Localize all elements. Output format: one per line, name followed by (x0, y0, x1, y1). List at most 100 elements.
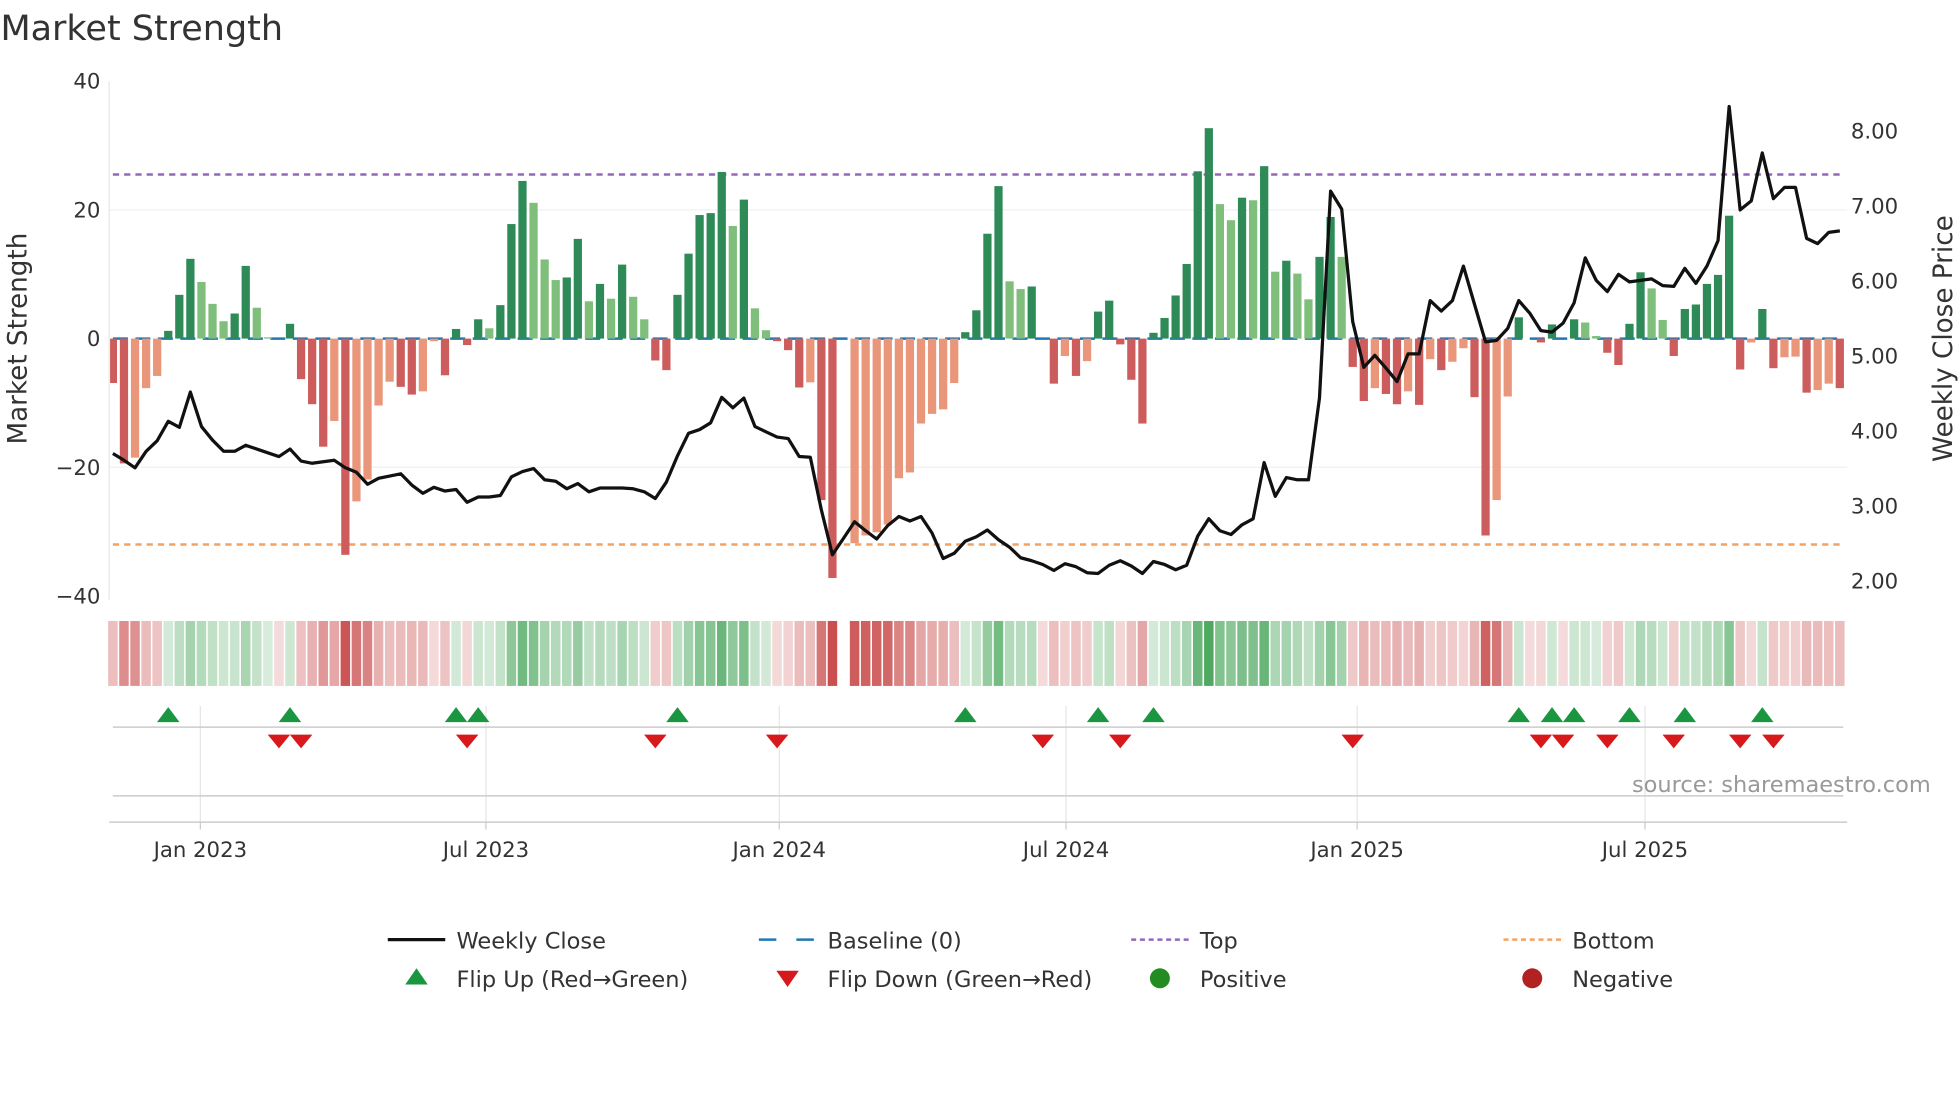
chart-title: Market Strength (0, 9, 283, 49)
flip-up-marker (1540, 707, 1564, 723)
strip-cell (1469, 620, 1480, 686)
strip-cell (993, 620, 1004, 686)
strength-bar (1348, 338, 1357, 367)
strip-cell (1447, 620, 1458, 686)
strength-bar (1736, 338, 1745, 370)
x-tick-label: Jan 2023 (152, 838, 248, 863)
strip-cell (1491, 620, 1502, 686)
flip-up-marker (278, 707, 302, 723)
strength-bar (186, 258, 195, 339)
strength-bar (1459, 338, 1468, 349)
legend-positive-icon (1149, 968, 1170, 989)
strip-cell (1015, 620, 1026, 686)
strength-bar (662, 338, 671, 371)
strip-cell (927, 620, 937, 686)
strip-cell (1148, 620, 1159, 686)
strip-cell (1381, 620, 1391, 686)
strength-bar (961, 332, 970, 339)
strip-cell (1026, 620, 1037, 686)
strength-bar (883, 338, 892, 525)
strength-bar (562, 277, 571, 339)
strength-bar (341, 338, 350, 555)
strip-cell (883, 620, 893, 686)
legend: Weekly Close Baseline (0) Top Bottom Flip Up… (387, 928, 1673, 993)
strength-bar (640, 319, 649, 339)
strip-cell (329, 620, 340, 686)
strip-cell (1646, 620, 1657, 686)
strength-bar (1658, 319, 1667, 339)
strip-cell (894, 620, 904, 686)
strip-cell (1790, 620, 1801, 686)
strength-bar (1016, 289, 1025, 339)
strip-cell (1691, 620, 1701, 686)
strip-cell (362, 620, 373, 686)
strip-cell (628, 620, 638, 686)
strength-bar (1514, 317, 1523, 339)
strength-bar (1592, 336, 1601, 339)
strength-bar (1005, 281, 1014, 339)
flip-down-marker (644, 734, 667, 749)
strip-cell (1757, 620, 1768, 686)
strip-cell (1669, 620, 1679, 686)
strip-cell (716, 620, 727, 686)
strip-cell (252, 620, 262, 686)
strength-bar (972, 310, 981, 339)
strength-bar (197, 281, 206, 339)
strip-cell (1436, 620, 1447, 686)
legend-flip-down-icon (776, 970, 799, 988)
strength-bar (396, 338, 405, 387)
strip-cell (772, 620, 782, 686)
strip-cell (694, 620, 705, 686)
flip-down-marker (1762, 734, 1785, 749)
strip-cell (1525, 620, 1535, 686)
strip-cell (1281, 620, 1292, 686)
strength-bar (1680, 308, 1689, 339)
strip-cell (1303, 620, 1314, 686)
strip-cell (1823, 620, 1834, 686)
strength-bar (1071, 338, 1081, 376)
flip-up-marker (1507, 707, 1531, 723)
strip-cell (1060, 620, 1070, 686)
flip-down-marker (1662, 734, 1686, 749)
strip-cell (1591, 620, 1602, 686)
strength-bar (673, 294, 682, 339)
strength-bar (1215, 204, 1225, 339)
strength-bar (241, 265, 250, 339)
flip-up-marker (1673, 707, 1697, 723)
strip-cell (1392, 620, 1402, 686)
strip-cell (263, 620, 273, 686)
strength-bar (894, 338, 903, 479)
legend-item: Weekly Close (387, 928, 606, 954)
strip-cell (860, 620, 871, 686)
strip-cell (1159, 620, 1170, 686)
strip-cell (1115, 620, 1126, 686)
flip-down-marker (1109, 734, 1132, 749)
strip-cell (739, 620, 749, 686)
strength-bar (1570, 319, 1579, 339)
strength-bar (1193, 171, 1202, 339)
strip-cell (1613, 620, 1624, 686)
y-tick-label: 0 (87, 327, 101, 352)
strip-cell (971, 620, 982, 686)
strength-bar (1492, 338, 1501, 501)
strength-bar (1337, 256, 1346, 339)
strip-cell (1104, 620, 1114, 686)
strip-cell (1336, 620, 1347, 686)
strength-bar (1237, 197, 1247, 339)
strength-bar (1724, 215, 1734, 339)
strength-bar (374, 338, 383, 406)
strip-cell (274, 620, 284, 686)
strip-cell (783, 620, 793, 686)
strength-bar (175, 294, 184, 339)
strip-cell (517, 620, 528, 686)
strength-bar (1370, 338, 1379, 389)
strip-cell (1458, 620, 1469, 686)
strip-cell (1624, 620, 1635, 686)
strength-bar (1182, 263, 1191, 339)
strip-cell (1403, 620, 1413, 686)
strength-bar (684, 253, 693, 339)
strength-bar (595, 283, 605, 339)
strip-cell (827, 620, 838, 686)
strip-cell (152, 620, 162, 686)
strength-bar (606, 298, 616, 339)
